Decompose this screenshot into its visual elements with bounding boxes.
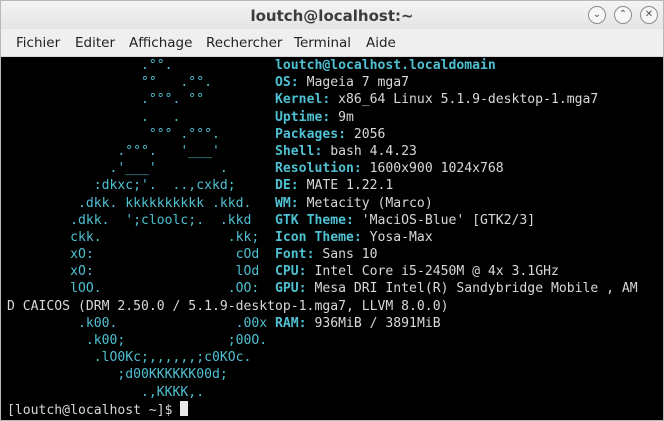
ascii-art: .dkk. kkkkkkkkkk .kkd. (7, 195, 276, 211)
terminal-line: . . Uptime: 9m (7, 109, 638, 126)
info-label: Font: (275, 247, 315, 263)
ascii-art: .dkk. ';cloolc;. .kkd (7, 212, 276, 228)
info-value: bash 4.4.23 (322, 143, 417, 159)
info-label: loutch@localhost.localdomain (275, 58, 496, 73)
terminal-line: .dkk. kkkkkkkkkk .kkd. WM: Metacity (Mar… (7, 195, 638, 212)
window-title: loutch@localhost:~ (250, 7, 414, 25)
info-value: Intel Core i5-2450M @ 4x 3.1GHz (306, 264, 559, 280)
terminal-line: D CAICOS (DRM 2.50.0 / 5.1.9-desktop-1.m… (7, 298, 638, 315)
menu-terminal[interactable]: Terminal (294, 35, 351, 51)
maximize-icon[interactable]: ⌃ (614, 6, 632, 24)
info-label: Uptime: (275, 109, 331, 125)
ascii-art: .°°°. '___' (7, 143, 276, 159)
minimize-icon[interactable]: ⌄ (588, 6, 606, 24)
info-value: MATE 1.22.1 (298, 178, 394, 194)
terminal-line: .°°°. °° Kernel: x86_64 Linux 5.1.9-desk… (7, 91, 638, 108)
terminal-line: .'___' . Resolution: 1600x900 1024x768 (7, 160, 638, 177)
ascii-art: xO: lOd (7, 264, 276, 280)
ascii-art: :dkxc;'. ..,cxkd; (7, 178, 276, 194)
ascii-art: D CAICOS (DRM 2.50.0 / 5.1.9-desktop-1.m… (7, 298, 449, 314)
menu-editer[interactable]: Editer (75, 35, 115, 51)
terminal-line: .,KKKK,. (7, 384, 638, 401)
ascii-art: .°°°. °° (7, 92, 276, 108)
terminal-line: .k00; ;00O. (7, 332, 638, 349)
info-label: DE: (275, 178, 299, 194)
ascii-art: .lO0Kc;,,,,,,;c0KOc. (7, 350, 252, 366)
info-value: 2056 (345, 126, 386, 142)
terminal-line: xO: cOd Font: Sans 10 (7, 246, 638, 263)
info-label: GTK Theme: (275, 212, 354, 228)
ascii-art: ckk. .kk; (7, 229, 276, 245)
terminal-line: ckk. .kk; Icon Theme: Yosa-Max (7, 229, 638, 246)
info-label: OS: (275, 75, 299, 91)
terminal-output[interactable]: .°°. loutch@localhost.localdomain °° .°°… (1, 57, 663, 420)
info-value: Sans 10 (314, 247, 378, 263)
info-label: Icon Theme: (275, 229, 362, 245)
menu-fichier[interactable]: Fichier (16, 35, 60, 51)
info-label: WM: (275, 195, 299, 211)
terminal-line: lOO. .OO: GPU: Mesa DRI Intel(R) Sandybr… (7, 280, 638, 297)
info-value: 'MaciOS-Blue' [GTK2/3] (353, 212, 536, 228)
info-value: 936MiB / 3891MiB (306, 315, 441, 331)
ascii-art: .°°. (7, 58, 276, 73)
info-value: Yosa-Max (361, 229, 433, 245)
ascii-art: . . (7, 109, 276, 125)
terminal-line: .k00. .00x RAM: 936MiB / 3891MiB (7, 315, 638, 332)
info-label: CPU: (275, 264, 307, 280)
info-label: RAM: (275, 315, 307, 331)
ascii-art: xO: cOd (7, 247, 276, 263)
info-value: x86_64 Linux 5.1.9-desktop-1.mga7 (330, 92, 599, 108)
ascii-art: .k00. .00x (7, 315, 276, 331)
terminal-line: °°° .°°°. Packages: 2056 (7, 126, 638, 143)
menu-rechercher[interactable]: Rechercher (206, 35, 282, 51)
terminal-line: °° .°°. OS: Mageia 7 mga7 (7, 74, 638, 91)
terminal-line: ;d00KKKKKK00d; (7, 366, 638, 383)
prompt-line[interactable]: [loutch@localhost ~]$ (7, 400, 638, 418)
terminal-text: .°°. loutch@localhost.localdomain °° .°°… (7, 57, 638, 418)
ascii-art: .'___' . (7, 161, 276, 177)
terminal-line: .dkk. ';cloolc;. .kkd GTK Theme: 'MaciOS… (7, 212, 638, 229)
text-cursor (180, 400, 189, 416)
ascii-art: .k00; ;00O. (7, 333, 268, 348)
shell-prompt: [loutch@localhost ~]$ (7, 402, 181, 418)
terminal-line: :dkxc;'. ..,cxkd; DE: MATE 1.22.1 (7, 177, 638, 194)
terminal-window: loutch@localhost:~ ⌄ ⌃ ✕ Fichier Editer … (0, 0, 664, 421)
info-value: Mageia 7 mga7 (298, 75, 410, 91)
info-value: Mesa DRI Intel(R) Sandybridge Mobile , A… (306, 281, 638, 297)
terminal-line: .°°. loutch@localhost.localdomain (7, 57, 638, 74)
menu-bar: Fichier Editer Affichage Rechercher Term… (1, 30, 663, 57)
title-bar[interactable]: loutch@localhost:~ ⌄ ⌃ ✕ (1, 1, 663, 29)
info-label: GPU: (275, 281, 307, 297)
ascii-art: °° .°°. (7, 75, 276, 91)
close-icon[interactable]: ✕ (640, 6, 658, 24)
info-label: Packages: (275, 126, 346, 142)
ascii-art: lOO. .OO: (7, 281, 276, 297)
info-label: Shell: (275, 143, 323, 159)
ascii-art: °°° .°°°. (7, 126, 276, 142)
terminal-line: xO: lOd CPU: Intel Core i5-2450M @ 4x 3.… (7, 263, 638, 280)
info-value: Metacity (Marco) (298, 195, 433, 211)
info-label: Kernel: (275, 92, 331, 108)
ascii-art: .,KKKK,. (7, 384, 205, 400)
menu-affichage[interactable]: Affichage (129, 35, 192, 51)
terminal-line: .lO0Kc;,,,,,,;c0KOc. (7, 349, 638, 366)
info-value: 1600x900 1024x768 (361, 161, 504, 177)
info-label: Resolution: (275, 161, 362, 177)
menu-aide[interactable]: Aide (366, 35, 396, 51)
info-value: 9m (330, 109, 354, 125)
ascii-art: ;d00KKKKKK00d; (7, 367, 228, 383)
terminal-line: .°°°. '___' Shell: bash 4.4.23 (7, 143, 638, 160)
